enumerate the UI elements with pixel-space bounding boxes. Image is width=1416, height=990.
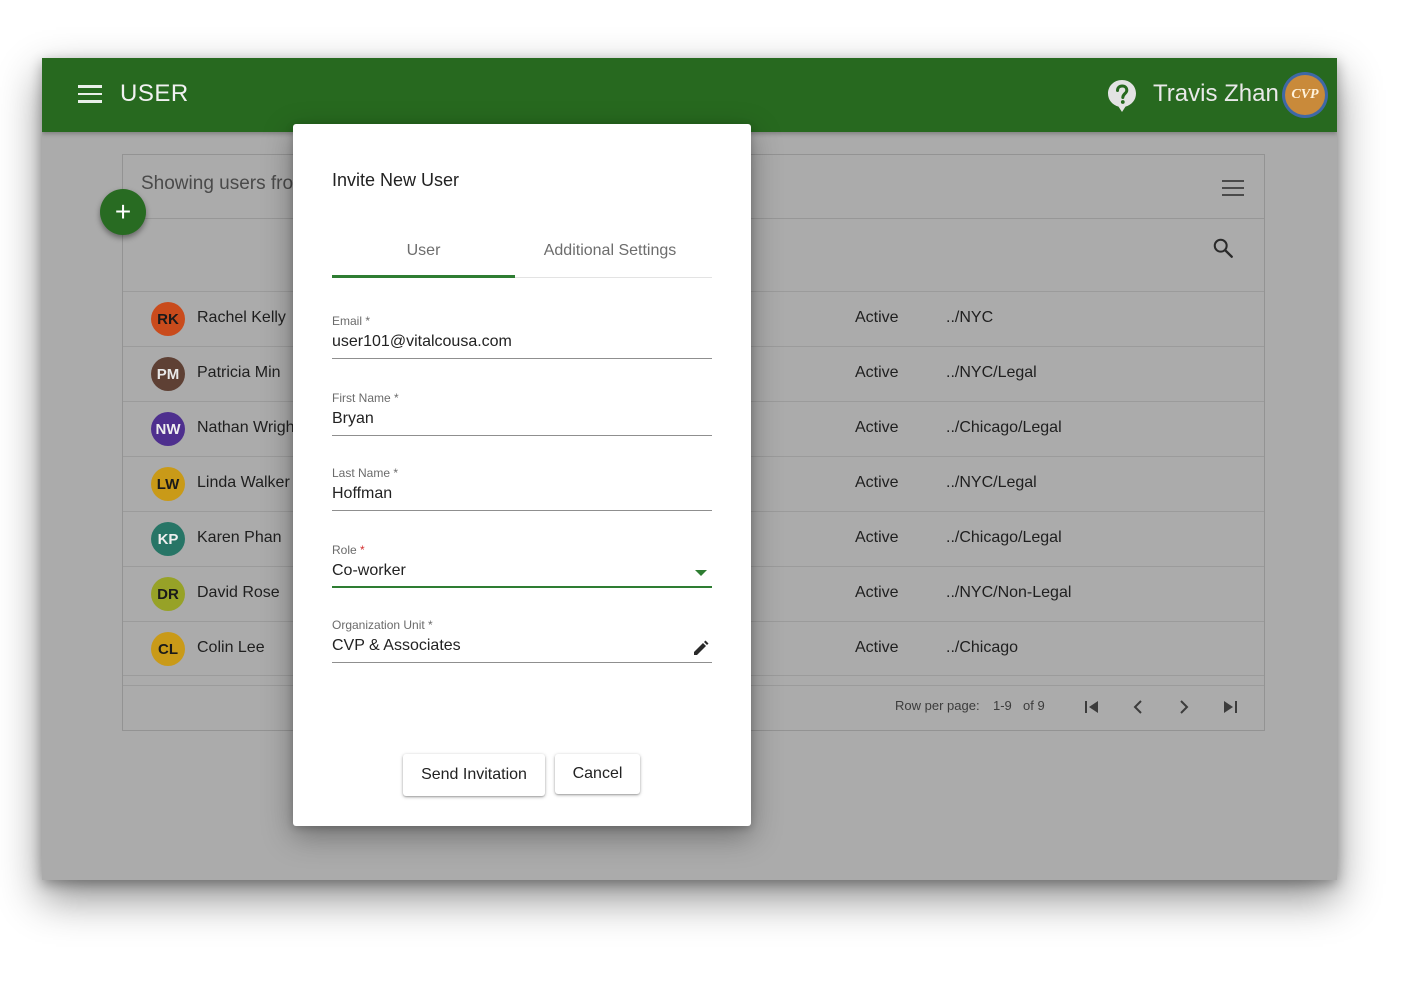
avatar: NW: [151, 412, 185, 446]
help-icon[interactable]: [1106, 78, 1138, 114]
org-unit-field[interactable]: Organization Unit * CVP & Associates: [332, 618, 712, 663]
status-cell: Active: [855, 309, 899, 326]
app-title: USER: [120, 80, 189, 107]
org-unit-value: CVP & Associates: [332, 637, 461, 654]
page-total: of 9: [1023, 698, 1045, 713]
role-selected-value: Co-worker: [332, 562, 406, 579]
avatar: CL: [151, 632, 185, 666]
status-cell: Active: [855, 474, 899, 491]
user-name-cell: Nathan Wrigh: [197, 419, 295, 436]
list-menu-icon[interactable]: [1222, 180, 1244, 196]
dialog-title: Invite New User: [332, 170, 460, 190]
company-logo: CVP: [1285, 75, 1325, 115]
rows-per-page-label: Row per page:: [895, 698, 980, 713]
add-user-button[interactable]: +: [100, 189, 146, 235]
tab-additional-settings[interactable]: Additional Settings: [515, 242, 705, 260]
hamburger-menu-icon[interactable]: [78, 85, 102, 105]
last-name-label: Last Name *: [332, 466, 399, 480]
dropdown-arrow-icon[interactable]: [695, 570, 707, 576]
next-page-icon[interactable]: [1173, 696, 1195, 718]
email-input[interactable]: user101@vitalcousa.com: [332, 333, 712, 359]
first-name-label: First Name *: [332, 391, 399, 405]
user-name-cell: Colin Lee: [197, 639, 265, 656]
path-cell: ../Chicago/Legal: [946, 529, 1062, 546]
first-name-field[interactable]: First Name * Bryan: [332, 391, 712, 436]
app-bar: USER Travis Zhan CVP: [42, 58, 1337, 132]
status-cell: Active: [855, 364, 899, 381]
path-cell: ../Chicago: [946, 639, 1019, 656]
avatar: LW: [151, 467, 185, 501]
user-name-cell: David Rose: [197, 584, 280, 601]
status-cell: Active: [855, 584, 899, 601]
last-name-field[interactable]: Last Name * Hoffman: [332, 466, 712, 511]
avatar: RK: [151, 302, 185, 336]
path-cell: ../NYC/Non-Legal: [946, 584, 1072, 601]
org-unit-input[interactable]: CVP & Associates: [332, 637, 712, 663]
avatar: KP: [151, 522, 185, 556]
user-name-cell: Karen Phan: [197, 529, 282, 546]
avatar: PM: [151, 357, 185, 391]
path-cell: ../NYC/Legal: [946, 364, 1037, 381]
org-unit-label: Organization Unit *: [332, 618, 433, 632]
avatar: DR: [151, 577, 185, 611]
send-invitation-button[interactable]: Send Invitation: [403, 754, 545, 796]
invite-user-dialog: Invite New User User Additional Settings…: [293, 124, 751, 826]
panel-caption: Showing users fro: [141, 173, 294, 194]
page-range: 1-9: [993, 698, 1012, 713]
role-select[interactable]: Co-worker: [332, 562, 712, 588]
user-name-cell: Rachel Kelly: [197, 309, 286, 326]
cancel-button[interactable]: Cancel: [555, 754, 640, 794]
user-name-cell: Patricia Min: [197, 364, 281, 381]
first-name-input[interactable]: Bryan: [332, 410, 712, 436]
last-page-icon[interactable]: [1219, 696, 1241, 718]
previous-page-icon[interactable]: [1127, 696, 1149, 718]
path-cell: ../NYC: [946, 309, 994, 326]
required-mark: *: [360, 543, 365, 557]
role-label-text: Role: [332, 543, 357, 557]
email-label: Email *: [332, 314, 371, 328]
first-page-icon[interactable]: [1081, 696, 1103, 718]
status-cell: Active: [855, 639, 899, 656]
user-name[interactable]: Travis Zhan: [1153, 80, 1279, 108]
user-avatar[interactable]: CVP: [1282, 72, 1328, 118]
active-tab-indicator: [332, 275, 515, 278]
path-cell: ../NYC/Legal: [946, 474, 1037, 491]
dialog-tabs: User Additional Settings: [332, 225, 712, 278]
user-name-cell: Linda Walker: [197, 474, 290, 491]
pencil-edit-icon[interactable]: [692, 639, 710, 657]
path-cell: ../Chicago/Legal: [946, 419, 1062, 436]
last-name-input[interactable]: Hoffman: [332, 485, 712, 511]
tab-user[interactable]: User: [332, 242, 515, 260]
status-cell: Active: [855, 419, 899, 436]
role-field[interactable]: Role * Co-worker: [332, 543, 712, 588]
role-label: Role *: [332, 543, 712, 557]
search-icon[interactable]: [1212, 237, 1234, 259]
status-cell: Active: [855, 529, 899, 546]
email-field[interactable]: Email * user101@vitalcousa.com: [332, 314, 712, 359]
